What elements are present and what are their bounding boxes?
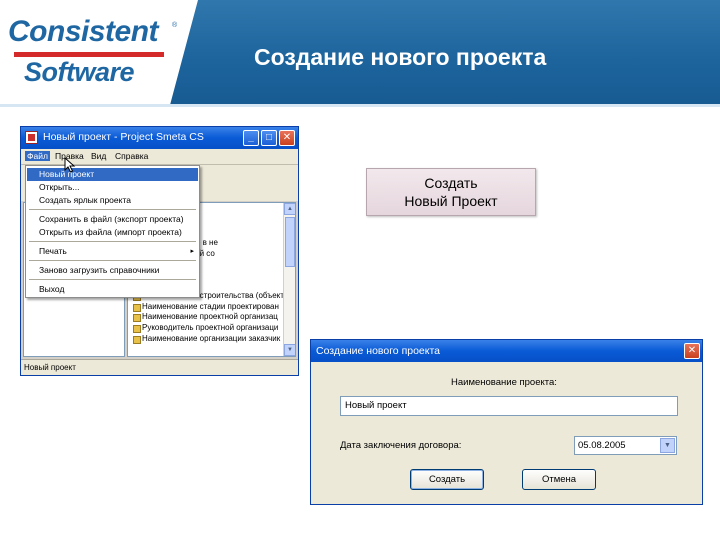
menu-file[interactable]: Файл (25, 151, 50, 161)
logo-line2: Software (24, 57, 135, 87)
menu-help[interactable]: Справка (115, 151, 148, 161)
minimize-icon[interactable]: _ (243, 130, 259, 146)
menu-item-new-project[interactable]: Новый проект (27, 168, 198, 181)
scroll-down-icon[interactable]: ▼ (284, 344, 295, 356)
menu-item-create-shortcut[interactable]: Создать ярлык проекта (27, 194, 198, 207)
file-menu-dropdown: Новый проект Открыть... Создать ярлык пр… (25, 165, 200, 298)
menu-item-exit[interactable]: Выход (27, 283, 198, 296)
dialog-titlebar[interactable]: Создание нового проекта ✕ (311, 340, 702, 362)
menu-view[interactable]: Вид (91, 151, 106, 161)
menu-separator (29, 209, 196, 210)
logo-line1: Consistent (8, 15, 159, 48)
close-icon[interactable]: ✕ (279, 130, 295, 146)
dialog-title: Создание нового проекта (316, 345, 441, 357)
app-icon (25, 131, 38, 144)
callout-line1: Создать (424, 175, 478, 191)
project-name-label: Наименование проекта: (451, 377, 557, 388)
menu-item-open[interactable]: Открыть... (27, 181, 198, 194)
chevron-down-icon[interactable]: ▼ (660, 438, 675, 453)
main-window-titlebar[interactable]: Новый проект - Project Smeta CS _ □ ✕ (21, 127, 298, 149)
submenu-arrow-icon: ▸ (190, 248, 194, 255)
menu-item-reload-references[interactable]: Заново загрузить справочники (27, 264, 198, 277)
tree-row[interactable]: Руководитель проектной организаци (132, 323, 284, 334)
callout-line2: Новый Проект (404, 193, 498, 209)
main-window-title: Новый проект - Project Smeta CS (43, 131, 204, 143)
menu-separator (29, 241, 196, 242)
menu-item-print-label: Печать (39, 246, 67, 256)
mouse-cursor-icon (64, 157, 76, 173)
tree-row[interactable]: Наименование проектной организац (132, 312, 284, 323)
maximize-icon[interactable]: □ (261, 130, 277, 146)
menu-item-export[interactable]: Сохранить в файл (экспорт проекта) (27, 213, 198, 226)
contract-date-label: Дата заключения договора: (340, 440, 462, 451)
scroll-up-icon[interactable]: ▲ (284, 203, 295, 215)
slide: Consistent ® Software Создание нового пр… (0, 0, 720, 540)
logo: Consistent ® Software (0, 0, 198, 104)
close-icon[interactable]: ✕ (684, 343, 700, 359)
vertical-scrollbar[interactable]: ▲ ▼ (283, 203, 295, 356)
status-bar: Новый проект (21, 359, 298, 375)
status-text: Новый проект (24, 363, 76, 372)
menu-separator (29, 260, 196, 261)
new-project-dialog: Создание нового проекта ✕ Наименование п… (310, 339, 703, 505)
header-divider (0, 104, 720, 107)
main-window: Новый проект - Project Smeta CS _ □ ✕ Фа… (20, 126, 299, 376)
contract-date-value: 05.08.2005 (578, 440, 626, 451)
contract-date-select[interactable]: 05.08.2005 ▼ (574, 436, 677, 455)
menu-item-print[interactable]: Печать ▸ (27, 245, 198, 258)
project-name-input[interactable]: Новый проект (340, 396, 678, 416)
menu-bar: Файл Правка Вид Справка (21, 149, 298, 165)
menu-separator (29, 279, 196, 280)
tree-row[interactable]: Наименование стадии проектирован (132, 302, 284, 313)
header-band: Consistent ® Software Создание нового пр… (0, 0, 720, 104)
logo-registered-mark: ® (172, 22, 178, 29)
tree-row[interactable]: Наименование организации заказчик (132, 334, 284, 345)
create-button[interactable]: Создать (410, 469, 484, 490)
menu-item-import[interactable]: Открыть из файла (импорт проекта) (27, 226, 198, 239)
cancel-button[interactable]: Отмена (522, 469, 596, 490)
create-project-callout: Создать Новый Проект (366, 168, 536, 216)
scroll-thumb[interactable] (285, 217, 295, 267)
slide-title: Создание нового проекта (254, 44, 547, 70)
